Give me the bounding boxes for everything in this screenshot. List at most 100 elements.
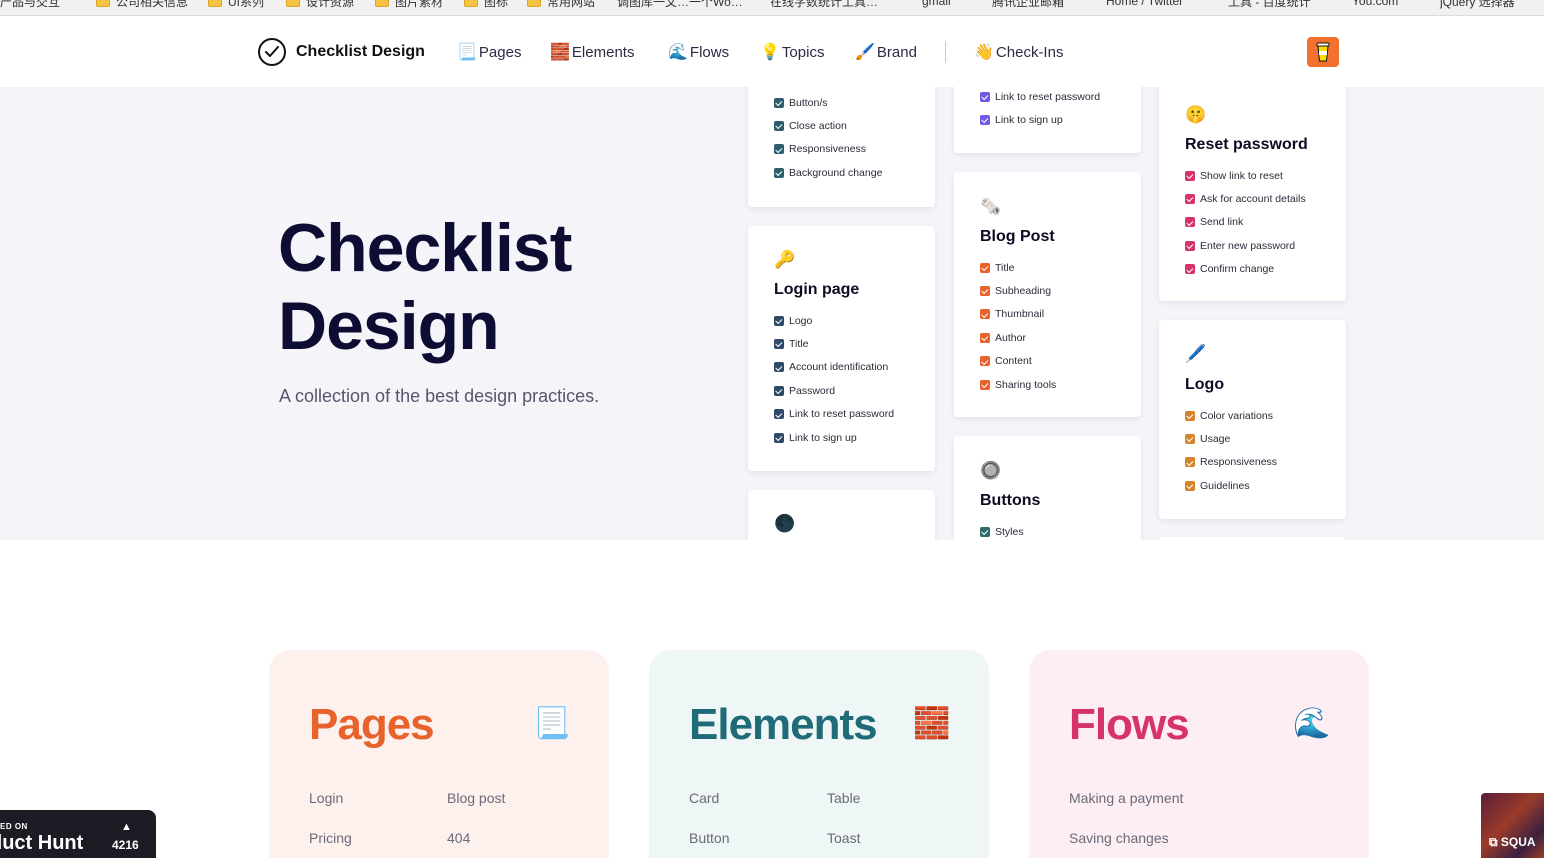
top-navigation: Checklist Design 📃 Pages 🧱 Elements 🌊 Flows… xyxy=(0,17,1544,87)
checklist: Show link to reset Ask for account detai… xyxy=(1185,164,1306,281)
category-tile-flows[interactable]: Flows 🌊 Making a payment Saving changes xyxy=(1029,650,1369,858)
nav-link-topics[interactable]: 💡 Topics xyxy=(760,42,824,62)
bookmark-label: UI系列 xyxy=(228,0,265,9)
checkbox-checked-icon xyxy=(1185,170,1195,181)
checkmark-circle-icon xyxy=(258,38,286,66)
bookmark-label: You.com xyxy=(1352,0,1399,8)
nav-link-label: Flows xyxy=(689,43,730,61)
folder-icon xyxy=(286,0,300,7)
checkbox-checked-icon xyxy=(774,167,784,178)
nav-link-pages[interactable]: 📃 Pages xyxy=(457,42,521,62)
bookmark-item[interactable]: 工具 - 百度统计 xyxy=(1228,0,1311,9)
checklist-card-partial[interactable]: Button/s Close action Responsiveness Bac… xyxy=(748,87,935,207)
squadhelp-ad[interactable]: ⧉ SQUA xyxy=(1481,793,1544,858)
checklist-item-label: Account identification xyxy=(789,361,889,374)
tile-link-pricing[interactable]: Pricing xyxy=(309,830,352,846)
hero-title: Checklist Design xyxy=(278,209,572,365)
checklist-card-partial[interactable]: 🌑 xyxy=(748,490,935,540)
bookmark-label: 公司相关信息 xyxy=(116,0,189,9)
card-title: Blog Post xyxy=(980,228,1055,245)
scroll-icon: 📃 xyxy=(457,44,477,61)
nav-link-label: Pages xyxy=(478,43,522,61)
bookmark-item[interactable]: 常用网站 xyxy=(527,0,595,9)
bookmark-label: Home / Twitter xyxy=(1106,0,1184,8)
ad-brand-text: SQUA xyxy=(1500,835,1536,849)
bookmark-item[interactable]: gmail xyxy=(922,0,951,9)
checklist-card-logo[interactable]: 🖊️ Logo Color variations Usage Responsiv… xyxy=(1159,320,1346,519)
checklist-item-label: Button/s xyxy=(789,96,828,109)
checkbox-checked-icon xyxy=(980,91,990,102)
checklist-card-buttons[interactable]: 🔘 Buttons Styles xyxy=(954,436,1141,540)
waving-hand-icon: 👋 xyxy=(974,44,994,61)
checklist-item-label: Link to sign up xyxy=(789,431,857,444)
tile-link-toast[interactable]: Toast xyxy=(827,830,860,846)
tile-link-404[interactable]: 404 xyxy=(447,830,470,846)
hero-title-line: Design xyxy=(278,288,500,364)
bookmark-item[interactable]: jQuery 选择器 xyxy=(1440,0,1515,9)
bookmark-item[interactable]: 腾讯企业邮箱 xyxy=(992,0,1064,9)
tile-link-making-a-payment[interactable]: Making a payment xyxy=(1069,790,1183,806)
key-icon: 🔑 xyxy=(774,250,796,269)
bookmark-item[interactable]: 设计资源 xyxy=(286,0,354,9)
checkbox-checked-icon xyxy=(774,432,784,443)
checklist-card-blog-post[interactable]: 🗞️ Blog Post Title Subheading Thumbnail … xyxy=(954,172,1141,417)
bookmark-item[interactable]: 图片素材 xyxy=(375,0,443,9)
brand-logo-link[interactable]: Checklist Design xyxy=(258,38,425,66)
checkbox-checked-icon xyxy=(980,379,990,390)
checklist-card-login-page[interactable]: 🔑 Login page Logo Title Account identifi… xyxy=(748,226,935,471)
bookmark-item[interactable]: 产品与交互 xyxy=(0,0,60,9)
bookmark-item[interactable]: 调图库一文…一个Wo… xyxy=(617,0,743,9)
checklist: Button/s Close action Responsiveness Bac… xyxy=(774,91,882,185)
tile-link-table[interactable]: Table xyxy=(827,790,860,806)
checklist-item: Logo xyxy=(774,309,894,332)
nav-link-flows[interactable]: 🌊 Flows xyxy=(668,42,729,62)
category-tile-elements[interactable]: Elements 🧱 Card Table Button Toast xyxy=(649,650,989,858)
bookmark-item[interactable]: 在线字数统计工具… xyxy=(770,0,878,9)
tile-title: Elements xyxy=(689,700,878,749)
checklist-item-label: Title xyxy=(995,261,1015,274)
badge-product-hunt-name: duct Hunt xyxy=(0,832,84,854)
checklist-item: Responsiveness xyxy=(774,138,882,161)
checklist-item: Close action xyxy=(774,114,882,137)
bookmark-label: 图标 xyxy=(484,0,509,9)
checklist-item-label: Color variations xyxy=(1200,409,1273,422)
folder-icon xyxy=(464,0,478,7)
checklist-item-label: Logo xyxy=(789,314,813,327)
checklist-item-label: Confirm change xyxy=(1200,263,1275,276)
buy-me-a-coffee-button[interactable] xyxy=(1307,37,1339,67)
bookmark-item[interactable]: 公司相关信息 xyxy=(96,0,188,9)
bookmark-item[interactable]: UI系列 xyxy=(208,0,264,9)
folder-icon xyxy=(375,0,389,7)
checklist-card-partial[interactable]: Link to reset password Link to sign up xyxy=(954,87,1141,153)
nav-divider xyxy=(945,41,946,63)
checklist-item-label: Send link xyxy=(1200,216,1244,229)
checklist-item: Send link xyxy=(1185,211,1306,234)
checklist-item: Responsiveness xyxy=(1185,451,1277,474)
checklist-item-label: Styles xyxy=(995,525,1024,538)
tile-link-card[interactable]: Card xyxy=(689,790,719,806)
bookmark-item[interactable]: 图标 xyxy=(464,0,508,9)
checkbox-checked-icon xyxy=(980,262,990,273)
bookmark-item[interactable]: You.com xyxy=(1352,0,1398,9)
checklist-card-partial[interactable] xyxy=(1159,537,1346,540)
nav-link-brand[interactable]: 🖌️ Brand xyxy=(855,42,917,62)
checkbox-checked-icon xyxy=(980,309,990,320)
checkbox-checked-icon xyxy=(774,97,784,108)
bookmark-label: 腾讯企业邮箱 xyxy=(992,0,1065,9)
checklist-item-label: Content xyxy=(995,355,1032,368)
bookmark-item[interactable]: Home / Twitter xyxy=(1106,0,1183,9)
checklist-item-label: Show link to reset xyxy=(1200,169,1283,182)
tile-link-login[interactable]: Login xyxy=(309,790,343,806)
pen-icon: 🖊️ xyxy=(1185,344,1207,363)
card-title: Reset password xyxy=(1185,136,1308,153)
tile-link-blog-post[interactable]: Blog post xyxy=(447,790,505,806)
checklist-card-reset-password[interactable]: 🤫 Reset password Show link to reset Ask … xyxy=(1159,87,1346,301)
tile-link-saving-changes[interactable]: Saving changes xyxy=(1069,830,1169,846)
nav-link-check-ins[interactable]: 👋 Check-Ins xyxy=(974,42,1063,62)
checklist-item-label: Title xyxy=(789,338,809,351)
product-hunt-badge[interactable]: ED ON duct Hunt ▲ 4216 xyxy=(0,810,156,858)
nav-link-elements[interactable]: 🧱 Elements xyxy=(550,42,634,62)
category-tile-pages[interactable]: Pages 📃 Login Blog post Pricing 404 xyxy=(269,650,609,858)
checkbox-checked-icon xyxy=(980,115,990,126)
tile-link-button[interactable]: Button xyxy=(689,830,729,846)
